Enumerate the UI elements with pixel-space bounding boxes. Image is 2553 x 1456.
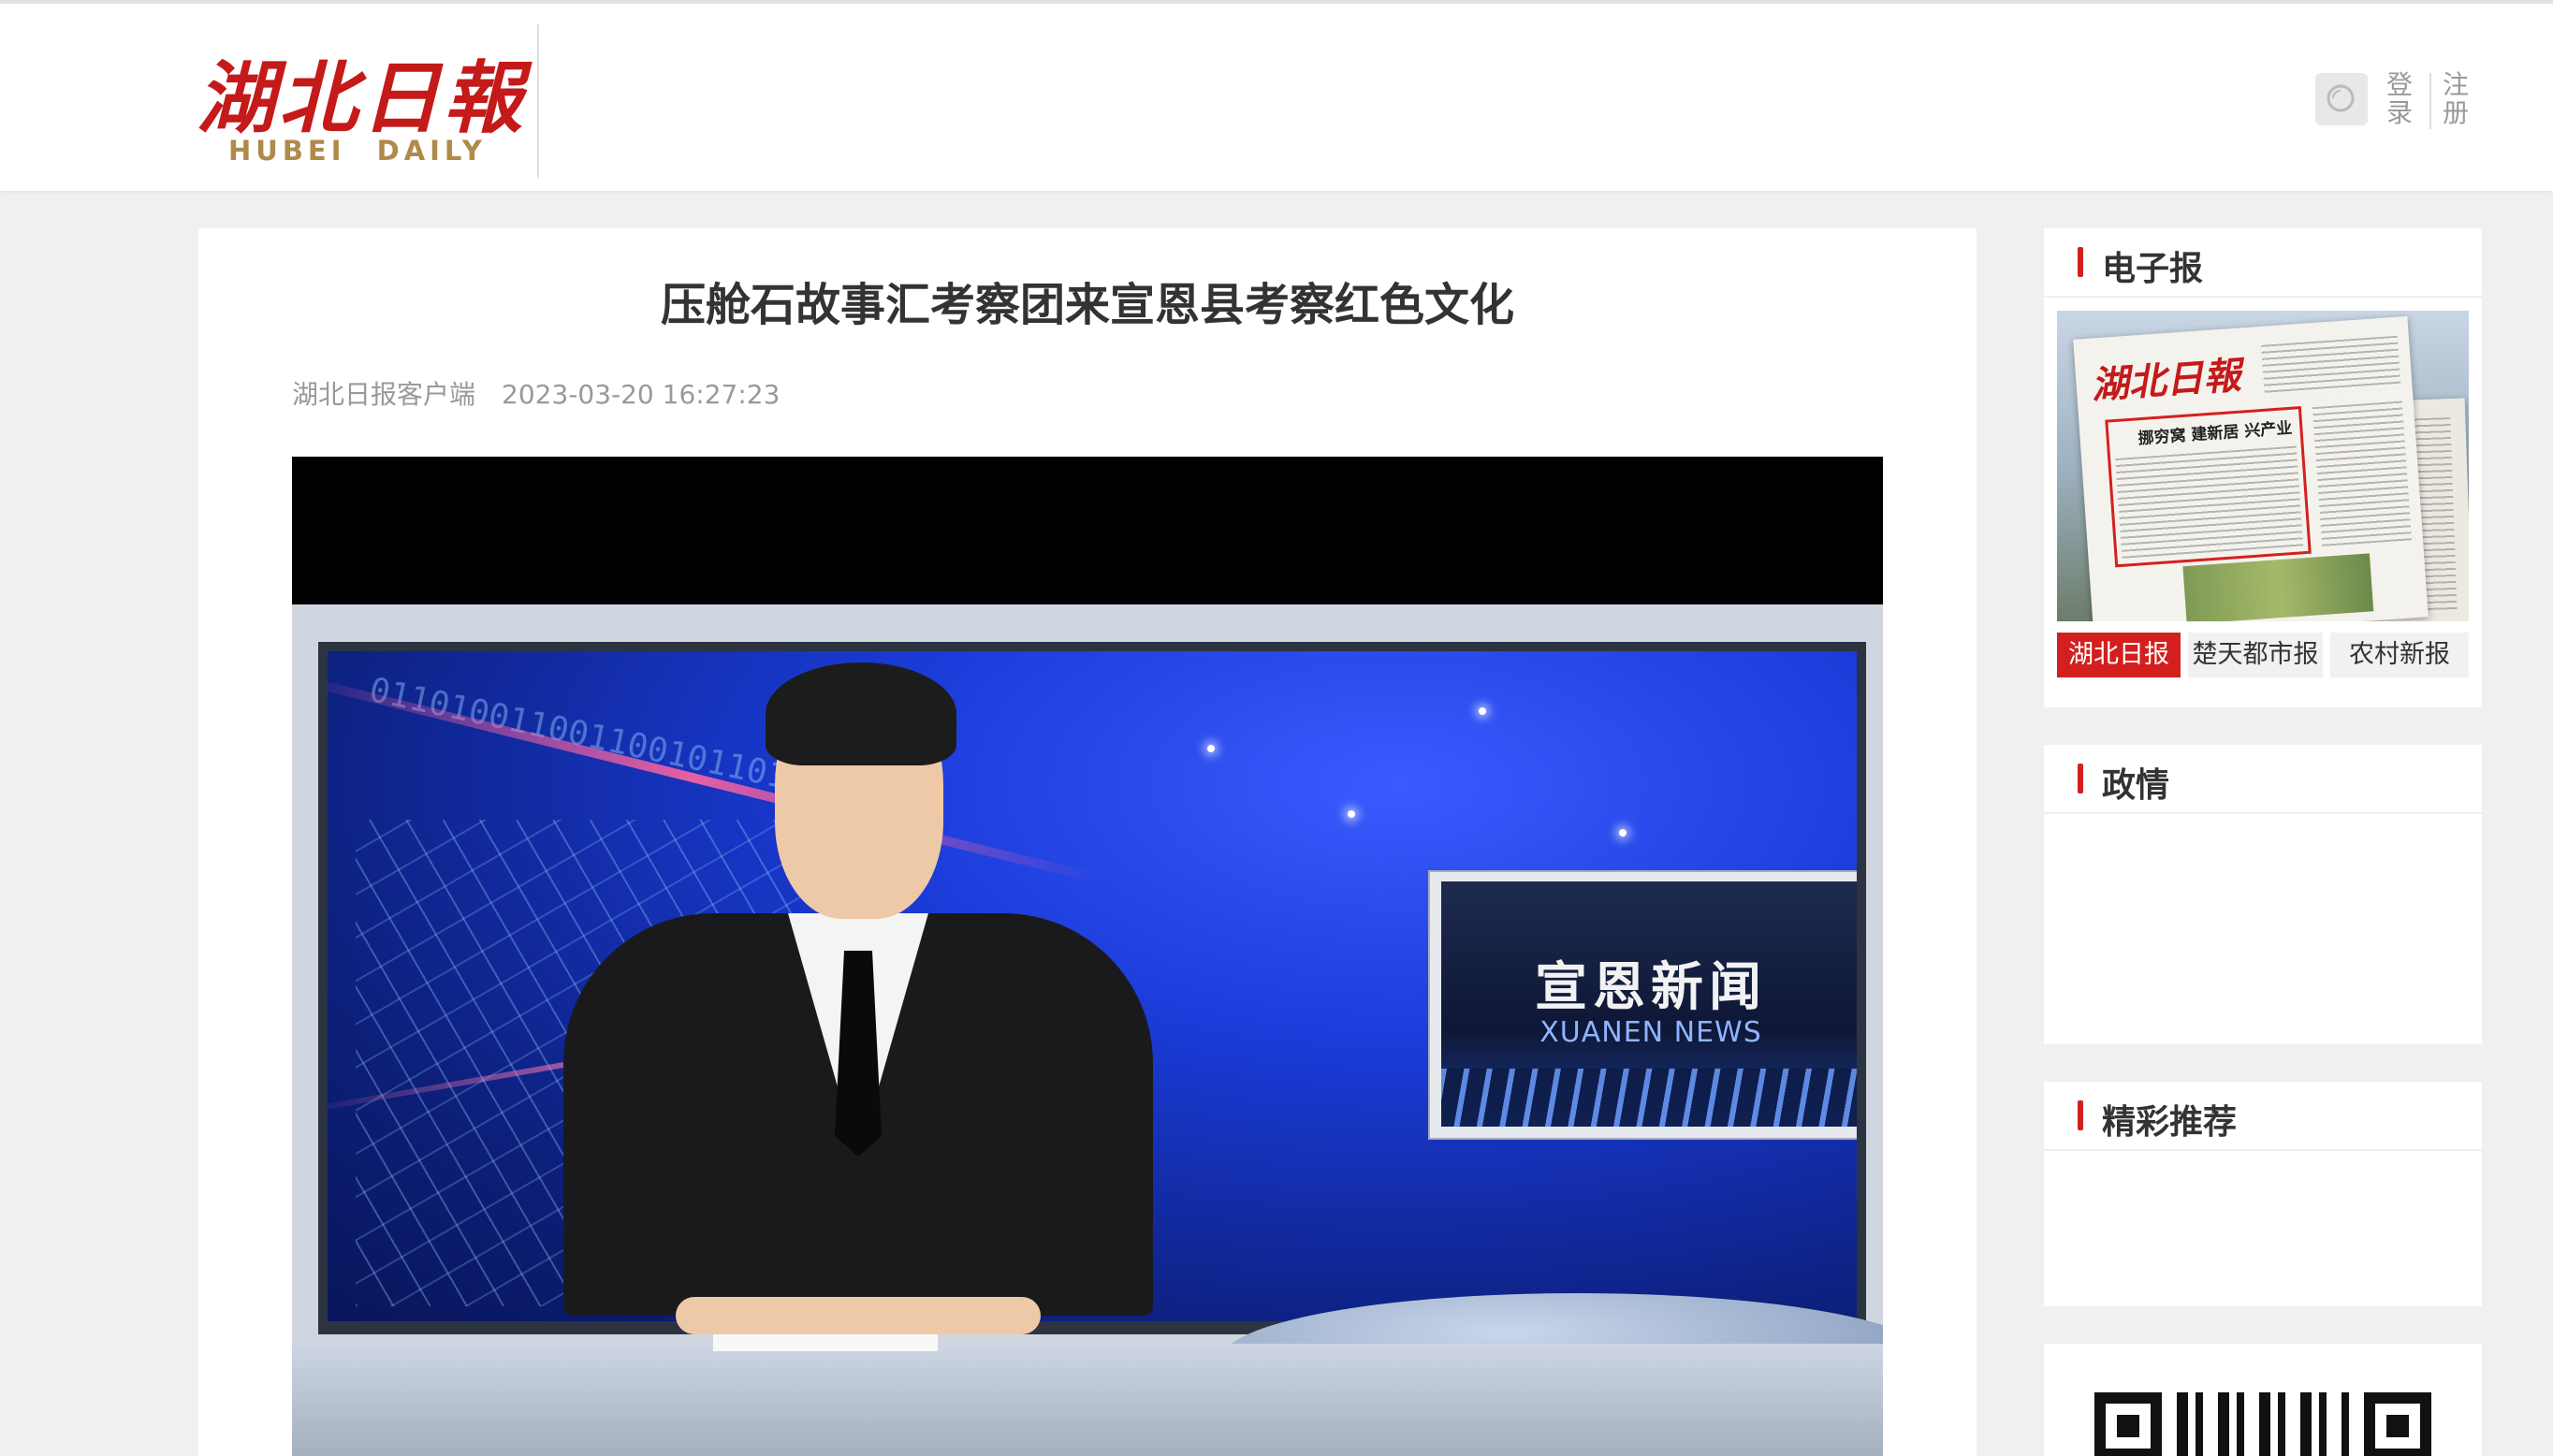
logo-chinese: 湖北日報 <box>197 51 527 144</box>
sparkle <box>1619 829 1627 837</box>
sparkle <box>1348 810 1355 818</box>
qr-finder-pattern <box>2094 1392 2162 1456</box>
auth-divider <box>2429 73 2431 129</box>
epaper-title: 电子报 <box>2102 250 2204 288</box>
article-datetime: 2023-03-20 16:27:23 <box>502 379 780 410</box>
qr-code[interactable] <box>2094 1392 2431 1456</box>
politics-widget: 政情 <box>2044 745 2482 1044</box>
xuanen-news-panel: 宣恩新闻 XUANEN NEWS <box>1428 870 1857 1140</box>
tab-rural-news[interactable]: 农村新报 <box>2330 633 2469 677</box>
video-frame: 0110100110011001011010 宣恩新闻 XUANEN NEWS <box>292 604 1883 1456</box>
tab-chutian-metropolis[interactable]: 楚天都市报 <box>2188 633 2323 677</box>
sparkle <box>1479 707 1486 715</box>
header-divider <box>537 24 539 178</box>
recommend-header: 精彩推荐 <box>2044 1082 2482 1151</box>
article-title: 压舱石故事汇考察团来宣恩县考察红色文化 <box>660 279 1514 331</box>
tab-hubei-daily[interactable]: 湖北日报 <box>2057 633 2181 677</box>
video-player[interactable]: 0110100110011001011010 宣恩新闻 XUANEN NEWS <box>292 457 1883 1456</box>
politics-header: 政情 <box>2044 745 2482 814</box>
login-link[interactable]: 登录 <box>2386 71 2413 127</box>
newspaper-masthead: 湖北日報 <box>2090 353 2242 408</box>
search-button[interactable] <box>2315 73 2368 125</box>
news-panel-title: 宣恩新闻 <box>1535 956 1767 1018</box>
section-marker <box>2078 247 2083 277</box>
qr-modules <box>2177 1392 2349 1456</box>
epaper-header: 电子报 <box>2044 228 2482 298</box>
desk-papers <box>713 1334 938 1351</box>
qr-finder-pattern <box>2364 1392 2431 1456</box>
news-panel-graphic <box>1441 1069 1857 1127</box>
newspaper-front-page: 湖北日報 挪穷窝 建新居 兴产业 <box>2073 315 2429 621</box>
article-meta: 湖北日报客户端 2023-03-20 16:27:23 <box>292 374 780 412</box>
epaper-tabs: 湖北日报 楚天都市报 农村新报 <box>2057 633 2469 677</box>
hubei-daily-logo[interactable]: 湖北日報 HUBEI DAILY <box>197 32 522 172</box>
news-anchor-hair <box>766 662 956 765</box>
register-link[interactable]: 注册 <box>2443 71 2469 127</box>
epaper-widget: 电子报 湖北日報 挪穷窝 建新居 兴产业 湖北日报 楚天都市报 农村新报 <box>2044 228 2482 707</box>
article-source: 湖北日报客户端 <box>292 379 476 410</box>
news-panel-subtitle: XUANEN NEWS <box>1539 1016 1762 1049</box>
site-header: 湖北日報 HUBEI DAILY 登录 注册 <box>0 0 2553 191</box>
binary-graphic: 0110100110011001011010 <box>365 670 810 802</box>
section-marker <box>2078 1100 2083 1130</box>
newspaper-photo <box>2182 553 2374 621</box>
qr-code-widget <box>2044 1344 2482 1456</box>
article-card: 压舱石故事汇考察团来宣恩县考察红色文化 湖北日报客户端 2023-03-20 16… <box>198 228 1977 1456</box>
section-marker <box>2078 764 2083 794</box>
politics-title: 政情 <box>2102 766 2170 805</box>
news-anchor-hands <box>676 1297 1041 1334</box>
epaper-cover-image[interactable]: 湖北日報 挪穷窝 建新居 兴产业 <box>2057 311 2469 621</box>
logo-english: HUBEI DAILY <box>228 135 487 167</box>
studio-desk <box>292 1344 1883 1456</box>
search-icon <box>2327 84 2355 112</box>
recommend-title: 精彩推荐 <box>2102 1103 2238 1142</box>
sparkle <box>1207 745 1215 752</box>
recommend-widget: 精彩推荐 <box>2044 1082 2482 1306</box>
